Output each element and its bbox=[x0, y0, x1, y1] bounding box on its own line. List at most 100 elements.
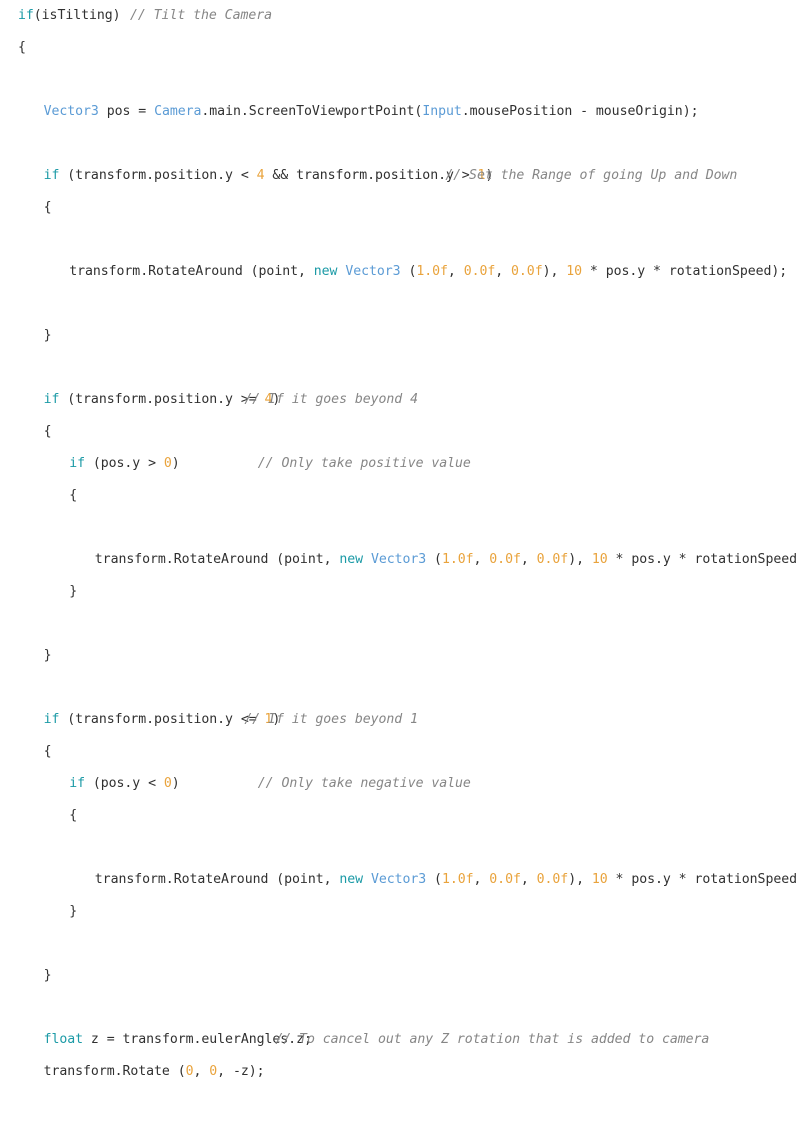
code-token-plain: .main.ScreenToViewportPoint( bbox=[201, 104, 423, 119]
code-line[interactable] bbox=[0, 512, 796, 544]
code-line[interactable]: if (pos.y > 0) // Only take positive valu… bbox=[0, 448, 796, 480]
code-line[interactable] bbox=[0, 928, 796, 960]
code-token-keyword: if bbox=[69, 776, 85, 791]
code-line[interactable]: if (transform.position.y < 4 && transfor… bbox=[0, 160, 796, 192]
code-token-plain: } bbox=[43, 648, 52, 663]
code-token-number: 0.0f bbox=[536, 552, 569, 567]
code-line[interactable]: { bbox=[0, 800, 796, 832]
code-token-number: 10 bbox=[591, 872, 608, 887]
code-token-plain: , bbox=[473, 872, 490, 887]
code-token-plain: .mousePosition - mouseOrigin); bbox=[461, 104, 699, 119]
code-token-plain: transform.RotateAround (point, bbox=[69, 264, 314, 279]
code-line[interactable]: } bbox=[0, 640, 796, 672]
code-line[interactable] bbox=[0, 672, 796, 704]
code-line[interactable] bbox=[0, 832, 796, 864]
code-line[interactable]: if (pos.y < 0) // Only take negative valu… bbox=[0, 768, 796, 800]
code-line[interactable]: transform.RotateAround (point, new Vecto… bbox=[0, 256, 796, 288]
code-line[interactable]: { bbox=[0, 416, 796, 448]
code-token-keyword: if bbox=[43, 168, 60, 183]
code-token-number: 1.0f bbox=[441, 872, 474, 887]
code-token-plain: , bbox=[495, 264, 512, 279]
code-line[interactable] bbox=[0, 224, 796, 256]
code-line[interactable]: transform.Rotate (0, 0, -z); bbox=[0, 1056, 796, 1088]
code-token-plain: ), bbox=[542, 264, 567, 279]
code-line[interactable] bbox=[0, 352, 796, 384]
code-token-type: Vector3 bbox=[43, 104, 99, 119]
code-token-plain: , bbox=[193, 1064, 210, 1079]
code-token-keyword: float bbox=[43, 1032, 84, 1047]
code-token-number: 0.0f bbox=[511, 264, 543, 279]
code-line[interactable]: { bbox=[0, 192, 796, 224]
code-token-plain: , bbox=[520, 872, 537, 887]
code-token-plain: , -z); bbox=[217, 1064, 265, 1079]
code-line[interactable]: } bbox=[0, 1120, 796, 1126]
code-token-number: 0 bbox=[209, 1064, 218, 1079]
code-comment: // Only take positive value bbox=[257, 456, 471, 471]
code-token-type: Camera bbox=[154, 104, 202, 119]
code-token-plain: * pos.y * rotationSpeed); bbox=[607, 552, 796, 567]
code-token-plain: * pos.y * rotationSpeed); bbox=[607, 872, 796, 887]
code-token-keyword: if bbox=[43, 392, 60, 407]
code-line[interactable]: { bbox=[0, 736, 796, 768]
code-line[interactable] bbox=[0, 288, 796, 320]
code-token-plain: transform.RotateAround (point, bbox=[94, 872, 340, 887]
code-token-keyword: if bbox=[18, 8, 34, 23]
code-line[interactable]: { bbox=[0, 32, 796, 64]
code-token-plain: { bbox=[43, 744, 52, 759]
code-token-keyword: new bbox=[339, 552, 364, 567]
code-token-plain: { bbox=[69, 808, 78, 823]
code-token-plain: , bbox=[447, 264, 464, 279]
code-line[interactable]: } bbox=[0, 320, 796, 352]
code-token-number: 0 bbox=[163, 776, 172, 791]
code-token-plain: (pos.y < bbox=[84, 776, 164, 791]
code-token-type: Input bbox=[422, 104, 462, 119]
code-line[interactable]: if (transform.position.y <= 1)// If it g… bbox=[0, 704, 796, 736]
code-line[interactable]: Vector3 pos = Camera.main.ScreenToViewpo… bbox=[0, 96, 796, 128]
code-token-type: Vector3 bbox=[345, 264, 401, 279]
code-token-plain: ( bbox=[426, 552, 442, 567]
code-token-plain: { bbox=[18, 40, 26, 55]
code-token-number: 4 bbox=[256, 168, 265, 183]
code-comment: // Set the Range of going Up and Down bbox=[445, 168, 738, 183]
code-line[interactable]: } bbox=[0, 960, 796, 992]
code-token-plain: pos = bbox=[98, 104, 155, 119]
code-token-keyword: new bbox=[313, 264, 338, 279]
code-line[interactable] bbox=[0, 1088, 796, 1120]
code-line[interactable] bbox=[0, 992, 796, 1024]
code-line[interactable]: } bbox=[0, 896, 796, 928]
code-line[interactable]: if (transform.position.y >= 4)// If it g… bbox=[0, 384, 796, 416]
code-token-plain: , bbox=[473, 552, 490, 567]
code-token-plain: } bbox=[43, 328, 52, 343]
code-token-plain: ), bbox=[568, 552, 592, 567]
code-token-number: 1.0f bbox=[441, 552, 474, 567]
code-token-keyword: if bbox=[69, 456, 85, 471]
code-token-number: 0.0f bbox=[536, 872, 569, 887]
code-editor-view[interactable]: if(isTilting)// Tilt the Camera { Vector3 … bbox=[0, 0, 796, 1079]
code-comment: // If it goes beyond 4 bbox=[244, 392, 418, 407]
code-token-number: 0.0f bbox=[463, 264, 496, 279]
code-line[interactable] bbox=[0, 64, 796, 96]
code-comment: // If it goes beyond 1 bbox=[244, 712, 418, 727]
code-line[interactable]: float z = transform.eulerAngles.z;// To … bbox=[0, 1024, 796, 1056]
code-line[interactable] bbox=[0, 608, 796, 640]
code-line[interactable]: transform.RotateAround (point, new Vecto… bbox=[0, 544, 796, 576]
code-token-plain: (transform.position.y >= bbox=[59, 392, 265, 407]
code-line[interactable]: } bbox=[0, 576, 796, 608]
code-token-plain: transform.RotateAround (point, bbox=[94, 552, 340, 567]
code-line[interactable]: transform.RotateAround (point, new Vecto… bbox=[0, 864, 796, 896]
code-token-plain: } bbox=[69, 584, 78, 599]
code-line[interactable]: if(isTilting) // Tilt the Camera bbox=[0, 0, 796, 32]
code-comment: // To cancel out any Z rotation that is … bbox=[275, 1032, 710, 1047]
code-token-plain: ( bbox=[426, 872, 442, 887]
code-token-plain: ( bbox=[400, 264, 417, 279]
code-line[interactable] bbox=[0, 128, 796, 160]
code-token-plain: * pos.y * rotationSpeed); bbox=[582, 264, 788, 279]
code-token-keyword: new bbox=[339, 872, 364, 887]
code-token-plain: { bbox=[43, 424, 52, 439]
code-token-plain: (isTilting) bbox=[33, 8, 121, 23]
code-line[interactable]: { bbox=[0, 480, 796, 512]
code-token-plain: (transform.position.y < bbox=[59, 168, 257, 183]
code-token-type: Vector3 bbox=[370, 872, 427, 887]
